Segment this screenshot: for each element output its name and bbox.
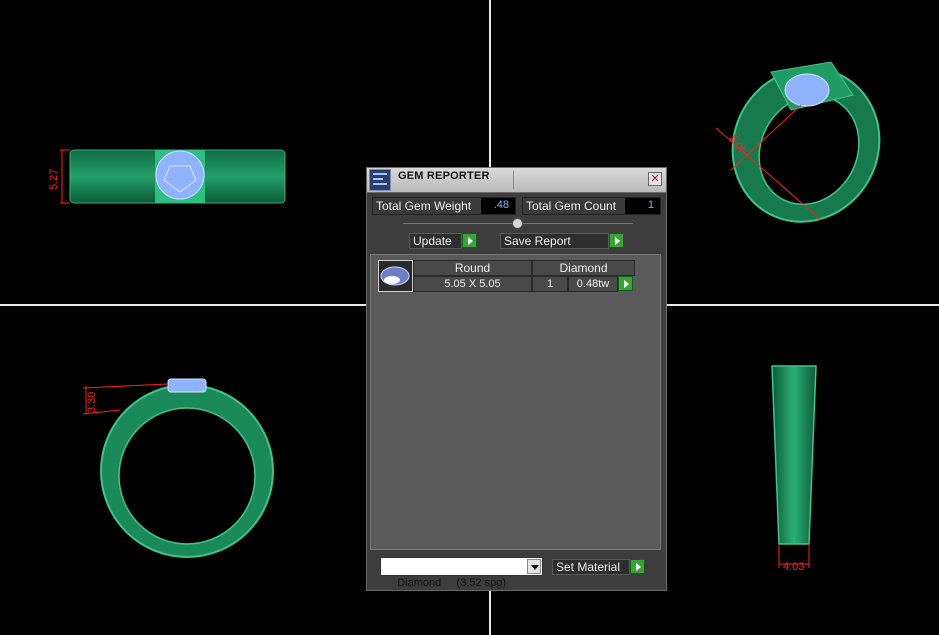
update-button[interactable]: Update [409,233,462,249]
material-select[interactable]: Diamond (3.52 spg) [380,557,543,589]
gem-row-go-arrow-icon[interactable] [618,276,633,291]
slider-thumb[interactable] [512,218,523,229]
save-report-button[interactable]: Save Report [500,233,609,249]
front-dimension-label: 5.27 [48,169,60,190]
gem-reporter-dialog: GEM REPORTER ✕ Total Gem Weight .48 Tota… [366,167,667,591]
round-gem-thumbnail-icon[interactable] [378,260,413,292]
column-header-shape: Round [413,260,532,276]
update-go-arrow-icon[interactable] [462,233,477,248]
gem-size-cell: 5.05 X 5.05 [413,276,532,292]
close-icon: ✕ [650,173,660,185]
update-button-label: Update [413,234,452,248]
dialog-title: GEM REPORTER [398,170,490,182]
column-header-material: Diamond [532,260,635,276]
gem [784,73,830,107]
gem-reporter-app-icon [369,169,391,191]
material-select-value: Diamond (3.52 spg) [397,577,507,589]
chevron-down-icon[interactable] [527,559,541,574]
set-material-button[interactable]: Set Material [552,559,630,575]
set-material-button-label: Set Material [556,560,621,574]
top-dimension-label: 4.03 [783,561,804,573]
gem-count-cell: 1 [532,276,568,292]
gem [167,378,207,393]
save-report-button-label: Save Report [504,234,571,248]
gem-weight-cell: 0.48tw [568,276,618,292]
total-gem-count-value: 1 [625,198,660,214]
ring-inner [118,407,256,545]
close-button[interactable]: ✕ [648,172,662,186]
total-gem-weight-value: .48 [481,198,515,214]
dialog-titlebar[interactable]: GEM REPORTER ✕ [367,168,666,193]
ring-band [771,365,817,545]
titlebar-separator [513,171,514,189]
gem-list-panel[interactable]: Round Diamond 5.05 X 5.05 1 0.48tw [370,254,661,550]
save-report-go-arrow-icon[interactable] [609,233,624,248]
set-material-go-arrow-icon[interactable] [630,559,645,574]
side-dimension-label: 3.30 [86,392,98,413]
